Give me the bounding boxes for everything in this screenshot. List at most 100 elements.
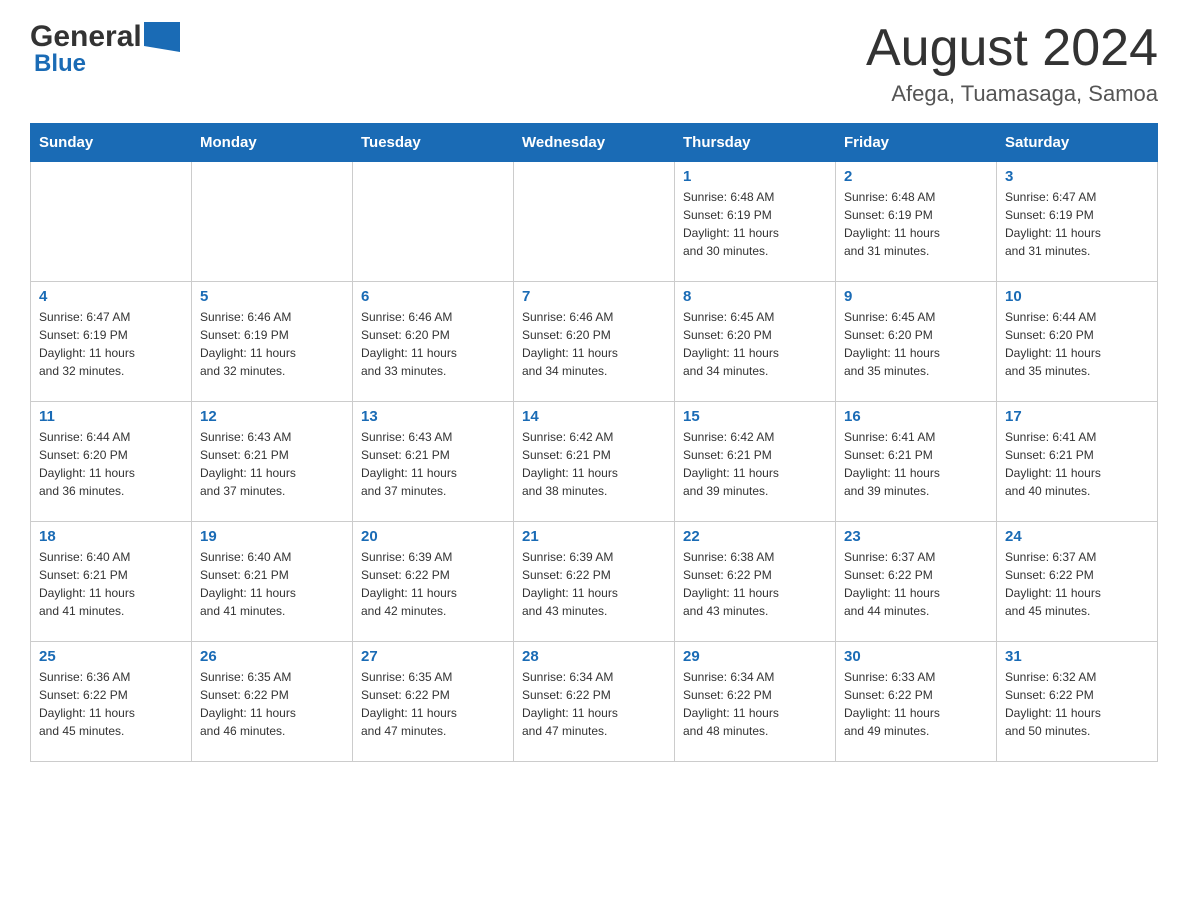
- table-row: 27 Sunrise: 6:35 AM Sunset: 6:22 PM Dayli…: [353, 642, 514, 762]
- header-wednesday: Wednesday: [514, 124, 675, 162]
- day-info: Sunrise: 6:45 AM Sunset: 6:20 PM Dayligh…: [683, 308, 827, 380]
- day-number: 23: [844, 528, 988, 545]
- day-number: 6: [361, 288, 505, 305]
- day-info: Sunrise: 6:42 AM Sunset: 6:21 PM Dayligh…: [522, 428, 666, 500]
- day-number: 13: [361, 408, 505, 425]
- day-info: Sunrise: 6:47 AM Sunset: 6:19 PM Dayligh…: [39, 308, 183, 380]
- day-info: Sunrise: 6:35 AM Sunset: 6:22 PM Dayligh…: [361, 668, 505, 740]
- calendar-table: Sunday Monday Tuesday Wednesday Thursday…: [30, 123, 1158, 762]
- day-number: 8: [683, 288, 827, 305]
- day-number: 9: [844, 288, 988, 305]
- day-info: Sunrise: 6:45 AM Sunset: 6:20 PM Dayligh…: [844, 308, 988, 380]
- table-row: 14 Sunrise: 6:42 AM Sunset: 6:21 PM Dayli…: [514, 402, 675, 522]
- table-row: 25Sunrise: 6:36 AM Sunset: 6:22 PM Dayli…: [31, 642, 192, 762]
- header-saturday: Saturday: [997, 124, 1158, 162]
- header-monday: Monday: [192, 124, 353, 162]
- day-number: 12: [200, 408, 344, 425]
- table-row: 12Sunrise: 6:43 AM Sunset: 6:21 PM Dayli…: [192, 402, 353, 522]
- table-row: 28 Sunrise: 6:34 AM Sunset: 6:22 PM Dayli…: [514, 642, 675, 762]
- day-number: 17: [1005, 408, 1149, 425]
- day-number: 10: [1005, 288, 1149, 305]
- table-row: 3 Sunrise: 6:47 AM Sunset: 6:19 PM Daylig…: [997, 162, 1158, 282]
- day-number: 4: [39, 288, 183, 305]
- day-info: Sunrise: 6:44 AM Sunset: 6:20 PM Dayligh…: [1005, 308, 1149, 380]
- day-number: 14: [522, 408, 666, 425]
- day-info: Sunrise: 6:39 AM Sunset: 6:22 PM Dayligh…: [522, 548, 666, 620]
- table-row: 18 Sunrise: 6:40 AM Sunset: 6:21 PM Dayli…: [31, 522, 192, 642]
- table-row: 21 Sunrise: 6:39 AM Sunset: 6:22 PM Dayli…: [514, 522, 675, 642]
- table-row: 20 Sunrise: 6:39 AM Sunset: 6:22 PM Dayli…: [353, 522, 514, 642]
- table-row: 22 Sunrise: 6:38 AM Sunset: 6:22 PM Dayli…: [675, 522, 836, 642]
- title-area: August 2024 Afega, Tuamasaga, Samoa: [866, 20, 1158, 107]
- table-row: 5 Sunrise: 6:46 AM Sunset: 6:19 PM Daylig…: [192, 282, 353, 402]
- day-number: 27: [361, 648, 505, 665]
- day-info: Sunrise: 6:33 AM Sunset: 6:22 PM Dayligh…: [844, 668, 988, 740]
- day-number: 7: [522, 288, 666, 305]
- calendar-week-row: 4 Sunrise: 6:47 AM Sunset: 6:19 PM Daylig…: [31, 282, 1158, 402]
- day-info: Sunrise: 6:41 AM Sunset: 6:21 PM Dayligh…: [1005, 428, 1149, 500]
- table-row: [192, 162, 353, 282]
- day-number: 5: [200, 288, 344, 305]
- table-row: 16 Sunrise: 6:41 AM Sunset: 6:21 PM Dayli…: [836, 402, 997, 522]
- day-number: 28: [522, 648, 666, 665]
- header-tuesday: Tuesday: [353, 124, 514, 162]
- calendar-week-row: 25Sunrise: 6:36 AM Sunset: 6:22 PM Dayli…: [31, 642, 1158, 762]
- table-row: [353, 162, 514, 282]
- table-row: 31Sunrise: 6:32 AM Sunset: 6:22 PM Dayli…: [997, 642, 1158, 762]
- table-row: 4 Sunrise: 6:47 AM Sunset: 6:19 PM Daylig…: [31, 282, 192, 402]
- table-row: 24 Sunrise: 6:37 AM Sunset: 6:22 PM Dayli…: [997, 522, 1158, 642]
- table-row: 23 Sunrise: 6:37 AM Sunset: 6:22 PM Dayli…: [836, 522, 997, 642]
- day-info: Sunrise: 6:40 AM Sunset: 6:21 PM Dayligh…: [39, 548, 183, 620]
- day-number: 22: [683, 528, 827, 545]
- calendar-title: August 2024: [866, 20, 1158, 77]
- day-info: Sunrise: 6:34 AM Sunset: 6:22 PM Dayligh…: [522, 668, 666, 740]
- day-info: Sunrise: 6:40 AM Sunset: 6:21 PM Dayligh…: [200, 548, 344, 620]
- day-number: 29: [683, 648, 827, 665]
- table-row: 17 Sunrise: 6:41 AM Sunset: 6:21 PM Dayli…: [997, 402, 1158, 522]
- table-row: 11Sunrise: 6:44 AM Sunset: 6:20 PM Dayli…: [31, 402, 192, 522]
- day-info: Sunrise: 6:38 AM Sunset: 6:22 PM Dayligh…: [683, 548, 827, 620]
- day-number: 19: [200, 528, 344, 545]
- logo: General Blue: [30, 20, 180, 78]
- logo-icon: [144, 22, 180, 52]
- header-friday: Friday: [836, 124, 997, 162]
- table-row: 10 Sunrise: 6:44 AM Sunset: 6:20 PM Dayli…: [997, 282, 1158, 402]
- day-number: 16: [844, 408, 988, 425]
- day-number: 24: [1005, 528, 1149, 545]
- day-number: 1: [683, 168, 827, 185]
- day-info: Sunrise: 6:42 AM Sunset: 6:21 PM Dayligh…: [683, 428, 827, 500]
- day-number: 3: [1005, 168, 1149, 185]
- table-row: 19 Sunrise: 6:40 AM Sunset: 6:21 PM Dayli…: [192, 522, 353, 642]
- day-info: Sunrise: 6:39 AM Sunset: 6:22 PM Dayligh…: [361, 548, 505, 620]
- table-row: 6 Sunrise: 6:46 AM Sunset: 6:20 PM Daylig…: [353, 282, 514, 402]
- day-number: 18: [39, 528, 183, 545]
- day-number: 20: [361, 528, 505, 545]
- day-info: Sunrise: 6:41 AM Sunset: 6:21 PM Dayligh…: [844, 428, 988, 500]
- logo-general-text: General: [30, 20, 142, 54]
- day-info: Sunrise: 6:43 AM Sunset: 6:21 PM Dayligh…: [361, 428, 505, 500]
- calendar-week-row: 11Sunrise: 6:44 AM Sunset: 6:20 PM Dayli…: [31, 402, 1158, 522]
- day-info: Sunrise: 6:46 AM Sunset: 6:19 PM Dayligh…: [200, 308, 344, 380]
- table-row: 29Sunrise: 6:34 AM Sunset: 6:22 PM Dayli…: [675, 642, 836, 762]
- table-row: 9 Sunrise: 6:45 AM Sunset: 6:20 PM Daylig…: [836, 282, 997, 402]
- table-row: 26Sunrise: 6:35 AM Sunset: 6:22 PM Dayli…: [192, 642, 353, 762]
- day-info: Sunrise: 6:36 AM Sunset: 6:22 PM Dayligh…: [39, 668, 183, 740]
- day-info: Sunrise: 6:46 AM Sunset: 6:20 PM Dayligh…: [361, 308, 505, 380]
- day-info: Sunrise: 6:47 AM Sunset: 6:19 PM Dayligh…: [1005, 188, 1149, 260]
- calendar-header-row: Sunday Monday Tuesday Wednesday Thursday…: [31, 124, 1158, 162]
- table-row: 30 Sunrise: 6:33 AM Sunset: 6:22 PM Dayli…: [836, 642, 997, 762]
- day-number: 30: [844, 648, 988, 665]
- day-info: Sunrise: 6:48 AM Sunset: 6:19 PM Dayligh…: [683, 188, 827, 260]
- day-info: Sunrise: 6:48 AM Sunset: 6:19 PM Dayligh…: [844, 188, 988, 260]
- table-row: [31, 162, 192, 282]
- day-number: 2: [844, 168, 988, 185]
- day-info: Sunrise: 6:32 AM Sunset: 6:22 PM Dayligh…: [1005, 668, 1149, 740]
- day-number: 21: [522, 528, 666, 545]
- day-number: 15: [683, 408, 827, 425]
- table-row: [514, 162, 675, 282]
- day-info: Sunrise: 6:37 AM Sunset: 6:22 PM Dayligh…: [844, 548, 988, 620]
- day-info: Sunrise: 6:46 AM Sunset: 6:20 PM Dayligh…: [522, 308, 666, 380]
- header-sunday: Sunday: [31, 124, 192, 162]
- table-row: 1 Sunrise: 6:48 AM Sunset: 6:19 PM Daylig…: [675, 162, 836, 282]
- day-info: Sunrise: 6:37 AM Sunset: 6:22 PM Dayligh…: [1005, 548, 1149, 620]
